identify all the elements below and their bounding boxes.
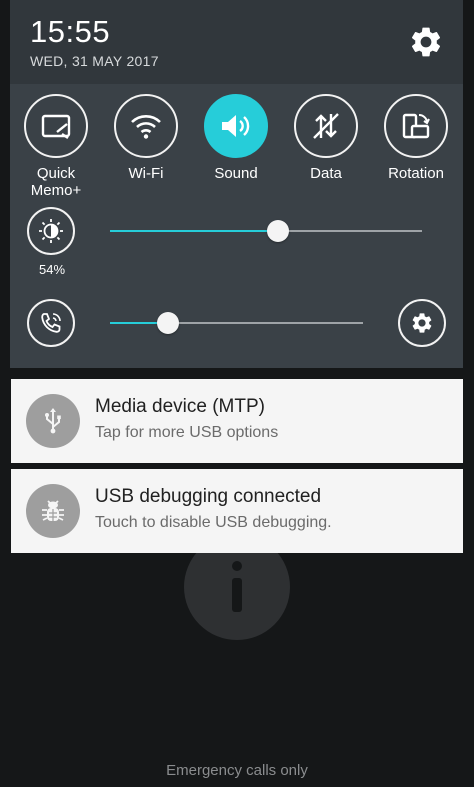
bug-icon — [26, 484, 80, 538]
tile-wifi[interactable]: Wi-Fi — [101, 94, 191, 182]
tile-quick-memo[interactable]: Quick Memo+ — [11, 94, 101, 199]
brightness-auto-icon[interactable] — [27, 207, 75, 255]
data-icon — [294, 94, 358, 158]
notification-usb-debugging[interactable]: USB debugging connected Touch to disable… — [11, 469, 463, 553]
tile-label: Quick Memo+ — [30, 165, 82, 199]
tile-label: Sound — [214, 165, 258, 182]
notification-title: USB debugging connected — [95, 486, 322, 507]
quick-settings-panel: 15:55 WED, 31 MAY 2017 Quick Memo+ Wi-Fi… — [10, 0, 463, 368]
rotation-icon — [384, 94, 448, 158]
date: WED, 31 MAY 2017 — [30, 53, 159, 69]
volume-slider[interactable] — [110, 312, 363, 334]
tile-rotation[interactable]: Rotation — [371, 94, 461, 182]
volume-thumb[interactable] — [157, 312, 180, 334]
tile-label: Data — [310, 165, 342, 182]
tile-label: Wi-Fi — [128, 165, 164, 182]
clock: 15:55 — [30, 14, 111, 49]
tile-label: Rotation — [388, 165, 444, 182]
notification-subtitle: Touch to disable USB debugging. — [95, 514, 332, 531]
tile-data[interactable]: Data — [281, 94, 371, 182]
wifi-icon — [114, 94, 178, 158]
sound-settings-gear-icon[interactable] — [398, 299, 446, 347]
brightness-thumb[interactable] — [267, 220, 290, 242]
emergency-calls-label: Emergency calls only — [166, 762, 308, 779]
sound-icon — [204, 94, 268, 158]
call-volume-icon[interactable] — [27, 299, 75, 347]
brightness-slider[interactable] — [110, 220, 422, 242]
notification-title: Media device (MTP) — [95, 396, 265, 417]
tile-sound[interactable]: Sound — [191, 94, 281, 182]
notification-media-device[interactable]: Media device (MTP) Tap for more USB opti… — [11, 379, 463, 463]
brightness-percent: 54% — [38, 262, 66, 277]
status-header: 15:55 WED, 31 MAY 2017 — [10, 0, 463, 84]
settings-gear-icon[interactable] — [408, 24, 444, 60]
quick-memo-icon — [24, 94, 88, 158]
notification-subtitle: Tap for more USB options — [95, 424, 279, 441]
usb-icon — [26, 394, 80, 448]
